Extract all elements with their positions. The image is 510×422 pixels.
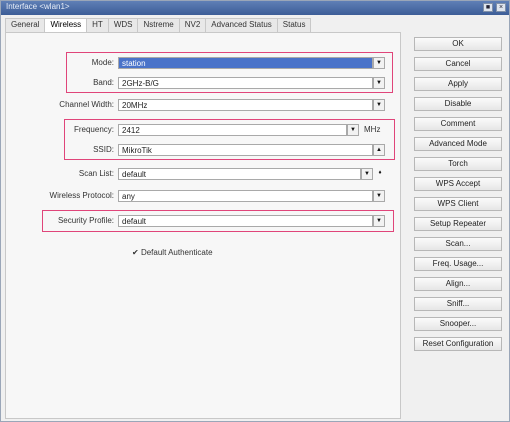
channel-width-label: Channel Width: (59, 100, 114, 109)
frequency-unit: MHz (364, 125, 381, 134)
channel-width-select[interactable]: 20MHz (118, 99, 373, 111)
title-bar[interactable]: Interface <wlan1> ■ × (1, 1, 509, 15)
dropdown-arrow-icon[interactable]: ▼ (373, 99, 385, 111)
tab-bar: General Wireless HT WDS Nstreme NV2 Adva… (5, 18, 401, 32)
setup-repeater-button[interactable]: Setup Repeater (414, 217, 502, 231)
wireless-protocol-row: Wireless Protocol: any ▼ (6, 190, 402, 202)
frequency-label: Frequency: (73, 125, 114, 134)
default-authenticate-label: Default Authenticate (140, 248, 213, 257)
tab-status[interactable]: Status (276, 18, 312, 32)
window-title: Interface <wlan1> (6, 2, 70, 11)
tab-ht[interactable]: HT (86, 18, 109, 32)
align-button[interactable]: Align... (414, 277, 502, 291)
sniff-button[interactable]: Sniff... (414, 297, 502, 311)
frequency-select[interactable]: 2412 (118, 124, 347, 136)
band-label: Band: (93, 78, 114, 87)
collapse-arrow-icon[interactable]: ▲ (373, 144, 385, 156)
dropdown-arrow-icon[interactable]: ▼ (347, 124, 359, 136)
cancel-button[interactable]: Cancel (414, 57, 502, 71)
scan-button[interactable]: Scan... (414, 237, 502, 251)
close-button[interactable]: × (496, 3, 506, 12)
button-column: OK Cancel Apply Disable Comment Advanced… (411, 37, 507, 357)
ssid-row: SSID: MikroTik ▲ (6, 144, 402, 156)
ssid-input[interactable]: MikroTik (118, 144, 373, 156)
band-select[interactable]: 2GHz-B/G (118, 77, 373, 89)
apply-button[interactable]: Apply (414, 77, 502, 91)
dropdown-arrow-icon[interactable]: ▼ (373, 215, 385, 227)
advanced-mode-button[interactable]: Advanced Mode (414, 137, 502, 151)
wireless-protocol-label: Wireless Protocol: (49, 191, 114, 200)
security-profile-row: Security Profile: default ▼ (6, 215, 402, 227)
tab-nv2[interactable]: NV2 (178, 18, 207, 32)
mode-select[interactable]: station (118, 57, 373, 69)
freq-usage-button[interactable]: Freq. Usage... (414, 257, 502, 271)
wps-client-button[interactable]: WPS Client (414, 197, 502, 211)
tab-wds[interactable]: WDS (107, 18, 139, 32)
maximize-button[interactable]: ■ (483, 3, 493, 12)
disable-button[interactable]: Disable (414, 97, 502, 111)
dropdown-arrow-icon[interactable]: ▼ (373, 190, 385, 202)
ok-button[interactable]: OK (414, 37, 502, 51)
dropdown-arrow-icon[interactable]: ▼ (361, 168, 373, 180)
security-profile-select[interactable]: default (118, 215, 373, 227)
torch-button[interactable]: Torch (414, 157, 502, 171)
scan-list-input[interactable]: default (118, 168, 361, 180)
mode-label: Mode: (91, 58, 114, 67)
dropdown-arrow-icon[interactable]: ▼ (373, 77, 385, 89)
ssid-label: SSID: (93, 145, 114, 154)
default-authenticate-checkbox[interactable]: ✔ Default Authenticate (132, 248, 213, 257)
scan-list-label: Scan List: (78, 169, 114, 178)
channel-width-row: Channel Width: 20MHz ▼ (6, 99, 402, 111)
tab-advanced-status[interactable]: Advanced Status (205, 18, 278, 32)
band-row: Band: 2GHz-B/G ▼ (6, 77, 402, 89)
frequency-row: Frequency: 2412 ▼ MHz (6, 124, 402, 136)
wireless-panel: Mode: station ▼ Band: 2GHz-B/G ▼ Channel… (5, 32, 401, 419)
dropdown-arrow-icon[interactable]: ▼ (373, 57, 385, 69)
interface-window: Interface <wlan1> ■ × General Wireless H… (0, 0, 510, 422)
wps-accept-button[interactable]: WPS Accept (414, 177, 502, 191)
snooper-button[interactable]: Snooper... (414, 317, 502, 331)
comment-button[interactable]: Comment (414, 117, 502, 131)
tab-general[interactable]: General (5, 18, 46, 32)
mode-row: Mode: station ▼ (6, 57, 402, 69)
reset-configuration-button[interactable]: Reset Configuration (414, 337, 502, 351)
security-profile-label: Security Profile: (57, 216, 114, 225)
updown-icon[interactable]: ♦ (374, 168, 386, 180)
scan-list-row: Scan List: default ▼ ♦ (6, 168, 402, 180)
tab-nstreme[interactable]: Nstreme (137, 18, 180, 32)
tab-wireless[interactable]: Wireless (44, 18, 88, 32)
check-icon: ✔ (132, 248, 139, 257)
wireless-protocol-select[interactable]: any (118, 190, 373, 202)
